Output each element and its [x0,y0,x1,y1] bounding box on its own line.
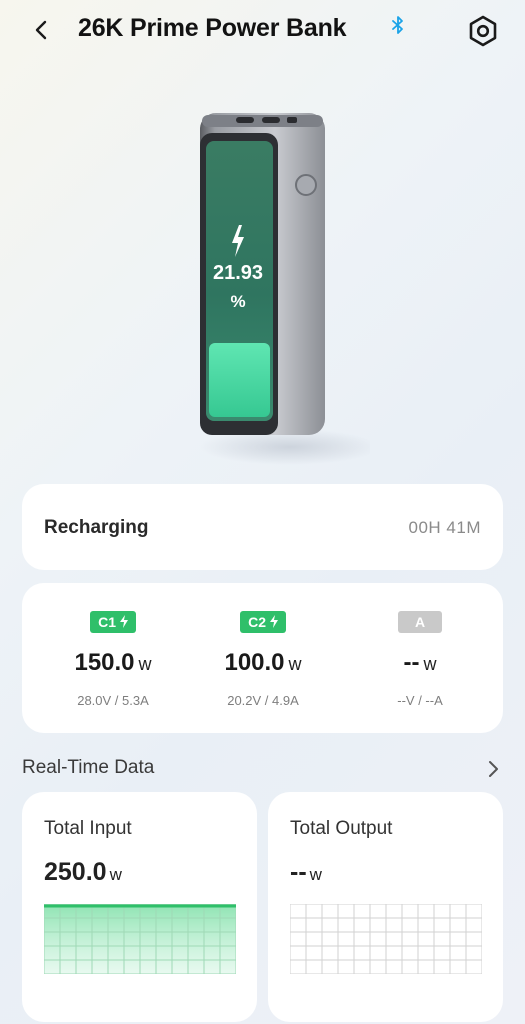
realtime-section-title: Real-Time Data [22,757,155,778]
battery-percent-sign: % [230,292,246,311]
port-badge-c2: C2 [240,611,286,633]
ports-card: C1 150.0 w 28.0V / 5.3A C2 100.0 w 20.2V /… [22,583,503,733]
chevron-left-icon [35,20,47,40]
lightning-icon [269,615,278,628]
total-output-label: Total Output [290,818,393,839]
power-bank-illustration [180,95,380,475]
port-power: 100.0 w [224,649,302,676]
chevron-right-icon [489,761,498,777]
port-detail: --V / --A [397,693,443,708]
total-output-value: -- w [290,858,322,886]
battery-percent: 21.93 [212,262,264,284]
realtime-more-button[interactable] [485,758,501,780]
input-sparkline-chart [44,904,236,974]
battery-level-fill [209,343,270,417]
port-detail: 28.0V / 5.3A [77,693,149,708]
charging-status-card: Recharging 00H 41M [22,484,503,570]
total-input-label: Total Input [44,818,132,839]
settings-button[interactable] [466,14,500,48]
bluetooth-icon [389,14,407,38]
port-c1: C1 150.0 w 28.0V / 5.3A [33,611,193,708]
port-power: 150.0 w [74,649,152,676]
port-power: -- w [403,649,437,676]
hexagon-gear-icon [469,15,497,47]
lightning-icon [119,615,128,628]
remaining-time: 00H 41M [408,518,481,537]
total-output-card[interactable]: Total Output -- w [268,792,503,1022]
port-a: A -- w --V / --A [340,611,500,708]
total-input-card[interactable]: Total Input 250.0 w [22,792,257,1022]
output-sparkline-chart [290,904,482,974]
port-c2: C2 100.0 w 20.2V / 4.9A [183,611,343,708]
status-label: Recharging [44,517,149,538]
total-input-value: 250.0 w [44,858,122,886]
app-header: 26K Prime Power Bank [0,0,525,62]
port-detail: 20.2V / 4.9A [227,693,299,708]
page-title: 26K Prime Power Bank [78,14,347,42]
back-button[interactable] [28,14,56,46]
port-badge-c1: C1 [90,611,136,633]
port-badge-a: A [398,611,442,633]
